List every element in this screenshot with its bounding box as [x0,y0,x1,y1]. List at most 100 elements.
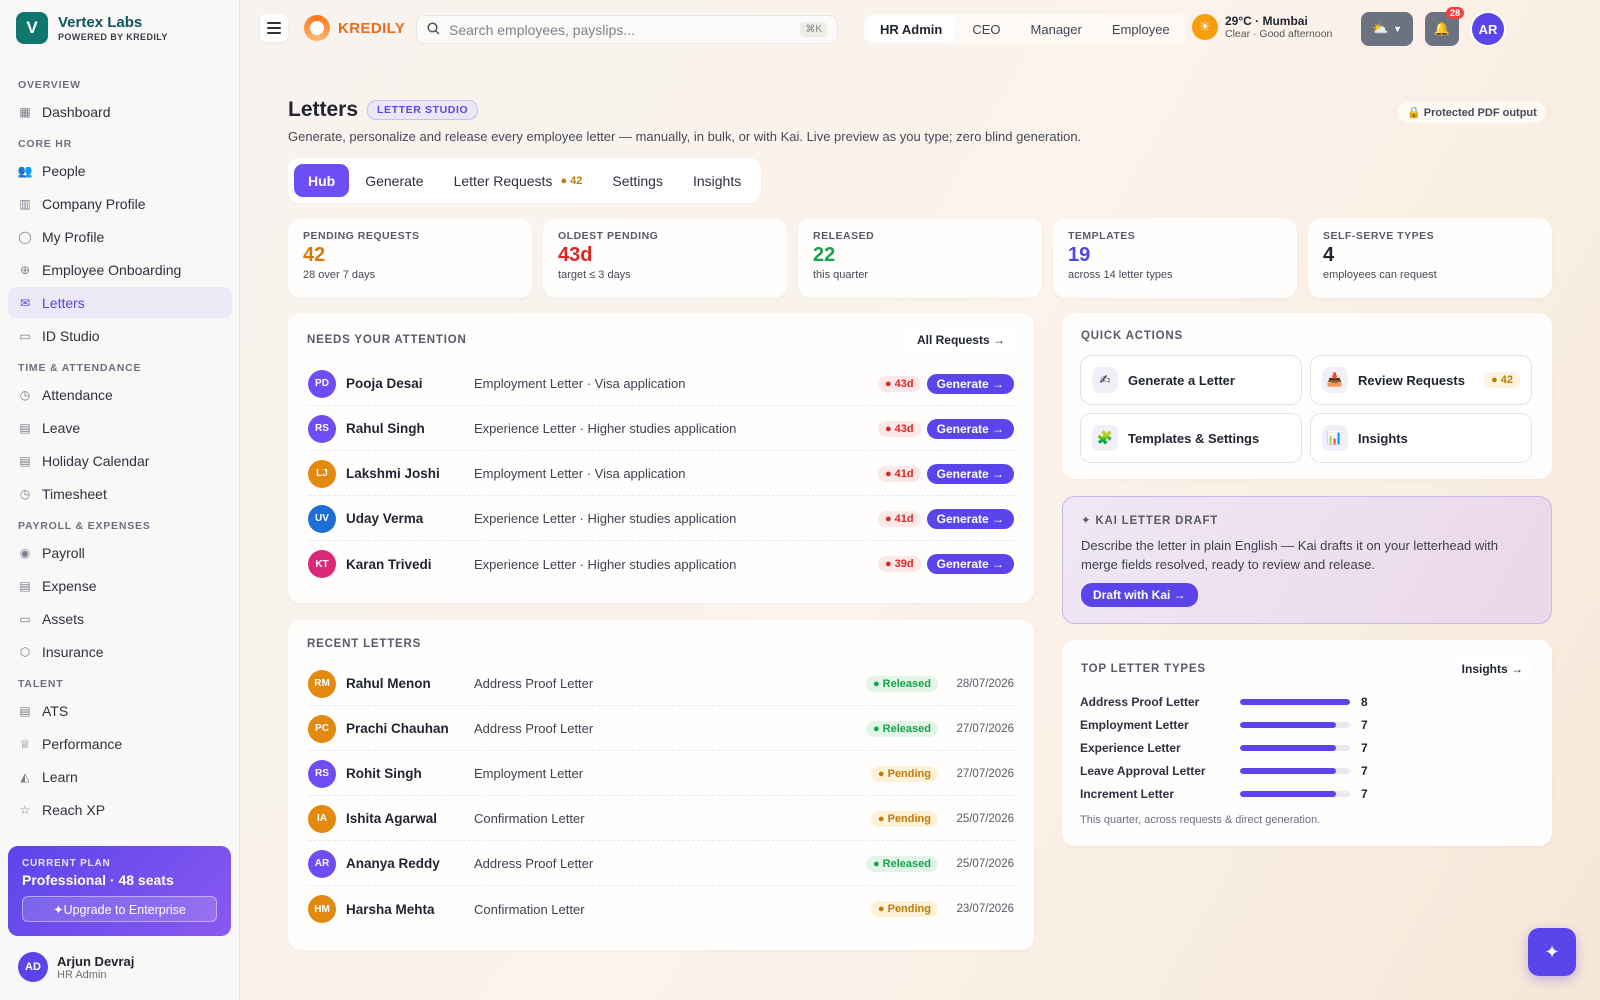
sidebar-item-learn[interactable]: ◭ Learn [8,761,232,792]
generate-button[interactable]: Generate → [926,463,1014,484]
sparkle-icon: ✦ [1544,941,1560,962]
notification-count: 28 [1445,7,1464,19]
sidebar-item-company-profile[interactable]: ▥ Company Profile [8,188,232,219]
role-tab-ceo[interactable]: CEO [959,16,1013,42]
sidebar-item-timesheet[interactable]: ◷ Timesheet [8,478,232,509]
recent-letter-row[interactable]: RM Rahul Menon Address Proof Letter ● Relea… [308,662,1014,706]
tab-generate[interactable]: Generate [351,164,437,197]
recent-letter-row[interactable]: RS Rohit Singh Employment Letter ● Pending 2… [308,752,1014,796]
sidebar-item-reach-xp[interactable]: ☆ Reach XP [8,794,232,825]
top-types-insights-link[interactable]: Insights → [1452,657,1532,681]
attention-row[interactable]: KT Karan Trivedi Experience Letter · Highe… [308,542,1014,586]
generate-button[interactable]: Generate → [926,508,1014,529]
nav-section-title: OVERVIEW [18,79,81,91]
hamburger-menu-icon[interactable] [260,14,288,42]
attention-row[interactable]: LJ Lakshmi Joshi Employment Letter · Visa … [308,452,1014,496]
letter-type: Address Proof Letter [474,676,594,691]
all-requests-button[interactable]: All Requests → [907,328,1014,352]
sidebar-item-label: Leave [42,419,81,436]
letter-type-bar [1240,721,1350,728]
letter-type-bar [1240,744,1350,751]
theme-toggle-button[interactable]: ⛅ ▼ [1361,12,1413,46]
sidebar-item-label: Holiday Calendar [42,452,150,469]
sidebar-item-attendance[interactable]: ◷ Attendance [8,379,232,410]
sidebar-item-employee-onboarding[interactable]: ⊕ Employee Onboarding [8,254,232,285]
recent-letter-row[interactable]: IA Ishita Agarwal Confirmation Letter ● Pen… [308,797,1014,841]
recent-letter-row[interactable]: HM Harsha Mehta Confirmation Letter ● Pendi… [308,887,1014,931]
current-user[interactable]: AD Arjun Devraj HR Admin [18,952,134,982]
sidebar-item-letters[interactable]: ✉ Letters [8,287,232,318]
sidebar-item-assets[interactable]: ▭ Assets [8,603,232,634]
attention-row[interactable]: RS Rahul Singh Experience Letter · Higher … [308,407,1014,451]
sidebar-item-my-profile[interactable]: ◯ My Profile [8,221,232,252]
document-icon: ▤ [19,703,31,718]
sidebar-item-dashboard[interactable]: ▦ Dashboard [8,96,232,127]
sidebar-item-expense[interactable]: ▤ Expense [8,570,232,601]
letter-studio-badge: LETTER STUDIO [367,100,479,120]
sidebar-item-id-studio[interactable]: ▭ ID Studio [8,320,232,351]
kai-assistant-button[interactable]: ✦ [1528,928,1576,976]
recent-letter-row[interactable]: AR Ananya Reddy Address Proof Letter ● Rele… [308,842,1014,886]
letter-date: 25/07/2026 [956,857,1014,870]
sidebar-item-ats[interactable]: ▤ ATS [8,695,232,726]
recent-letter-row[interactable]: PC Prachi Chauhan Address Proof Letter ● Re… [308,707,1014,751]
nav-section-title: TALENT [18,678,64,690]
employee-name: Pooja Desai [346,376,423,391]
tab-insights[interactable]: Insights [679,164,755,197]
quick-action-review-requests[interactable]: 📥 Review Requests ● 42 [1310,355,1532,405]
sidebar-item-label: Employee Onboarding [42,261,182,278]
calendar-icon: ▤ [19,420,31,435]
tab-label: Letter Requests [453,172,553,189]
stat-card: SELF-SERVE TYPES 4 employees can request [1308,218,1552,298]
sidebar-item-label: My Profile [42,228,105,245]
sidebar-item-leave[interactable]: ▤ Leave [8,412,232,443]
generate-button[interactable]: Generate → [926,373,1014,394]
kredily-logo[interactable]: KREDILY [304,15,405,41]
notifications-button[interactable]: 🔔 28 [1425,7,1464,46]
generate-button[interactable]: Generate → [926,554,1014,574]
attention-row[interactable]: UV Uday Verma Experience Letter · Higher s… [308,497,1014,541]
avatar: LJ [308,459,336,488]
sidebar-item-holiday-calendar[interactable]: ▤ Holiday Calendar [8,445,232,476]
stat-label: OLDEST PENDING [558,230,659,242]
kai-description: Describe the letter in plain English — K… [1081,538,1498,572]
top-types-footer: This quarter, across requests & direct g… [1080,814,1321,826]
role-tab-hr-admin[interactable]: HR Admin [867,16,956,42]
tab-letter-requests[interactable]: Letter Requests ● 42 [440,164,597,197]
sidebar-item-label: Dashboard [42,103,111,120]
role-tab-manager[interactable]: Manager [1018,16,1095,42]
quick-action-templates-settings[interactable]: 🧩 Templates & Settings [1080,413,1302,463]
top-bar: KREDILY ⌘K HR AdminCEOManagerEmployee ☀ … [240,0,1600,58]
draft-with-kai-button[interactable]: Draft with Kai → [1081,583,1198,607]
stat-label: SELF-SERVE TYPES [1323,230,1435,242]
sidebar-item-people[interactable]: 👥 People [8,155,232,186]
status-badge: ● Pending [870,810,938,827]
letter-type-row: Leave Approval Letter 7 [1080,759,1400,782]
role-tab-employee[interactable]: Employee [1099,16,1183,42]
upgrade-button[interactable]: ✦Upgrade to Enterprise [22,896,217,922]
sidebar-item-payroll[interactable]: ◉ Payroll [8,537,232,568]
sidebar-item-performance[interactable]: ♕ Performance [8,728,232,759]
tab-settings[interactable]: Settings [598,164,677,197]
stat-card: PENDING REQUESTS 42 28 over 7 days [288,218,532,298]
quick-action-generate-a-letter[interactable]: ✍ Generate a Letter [1080,355,1302,405]
search-input[interactable] [449,21,801,38]
stat-value: 42 [303,244,326,266]
protected-pdf-badge: 🔒 Protected PDF output [1398,102,1546,123]
quick-action-insights[interactable]: 📊 Insights [1310,413,1532,463]
company-name: Vertex Labs [58,14,143,31]
letter-type-row: Experience Letter 7 [1080,736,1400,759]
search-bar[interactable]: ⌘K [416,15,838,44]
sidebar-item-insurance[interactable]: ⬡ Insurance [8,636,232,667]
stat-value: 43d [558,244,593,266]
generate-button[interactable]: Generate → [926,418,1014,439]
letter-date: 28/07/2026 [956,677,1014,690]
tab-hub[interactable]: Hub [294,164,350,197]
letters-tabs: Hub Generate Letter Requests ● 42 Settings In… [288,158,762,203]
user-avatar[interactable]: AR [1472,13,1504,45]
brand[interactable]: V Vertex Labs POWERED BY KREDILY [16,12,168,44]
avatar: RS [308,414,336,443]
letter-type-count: 8 [1361,694,1368,709]
attention-row[interactable]: PD Pooja Desai Employment Letter · Visa ap… [308,362,1014,406]
bar-chart-icon: 📊 [1322,425,1348,451]
